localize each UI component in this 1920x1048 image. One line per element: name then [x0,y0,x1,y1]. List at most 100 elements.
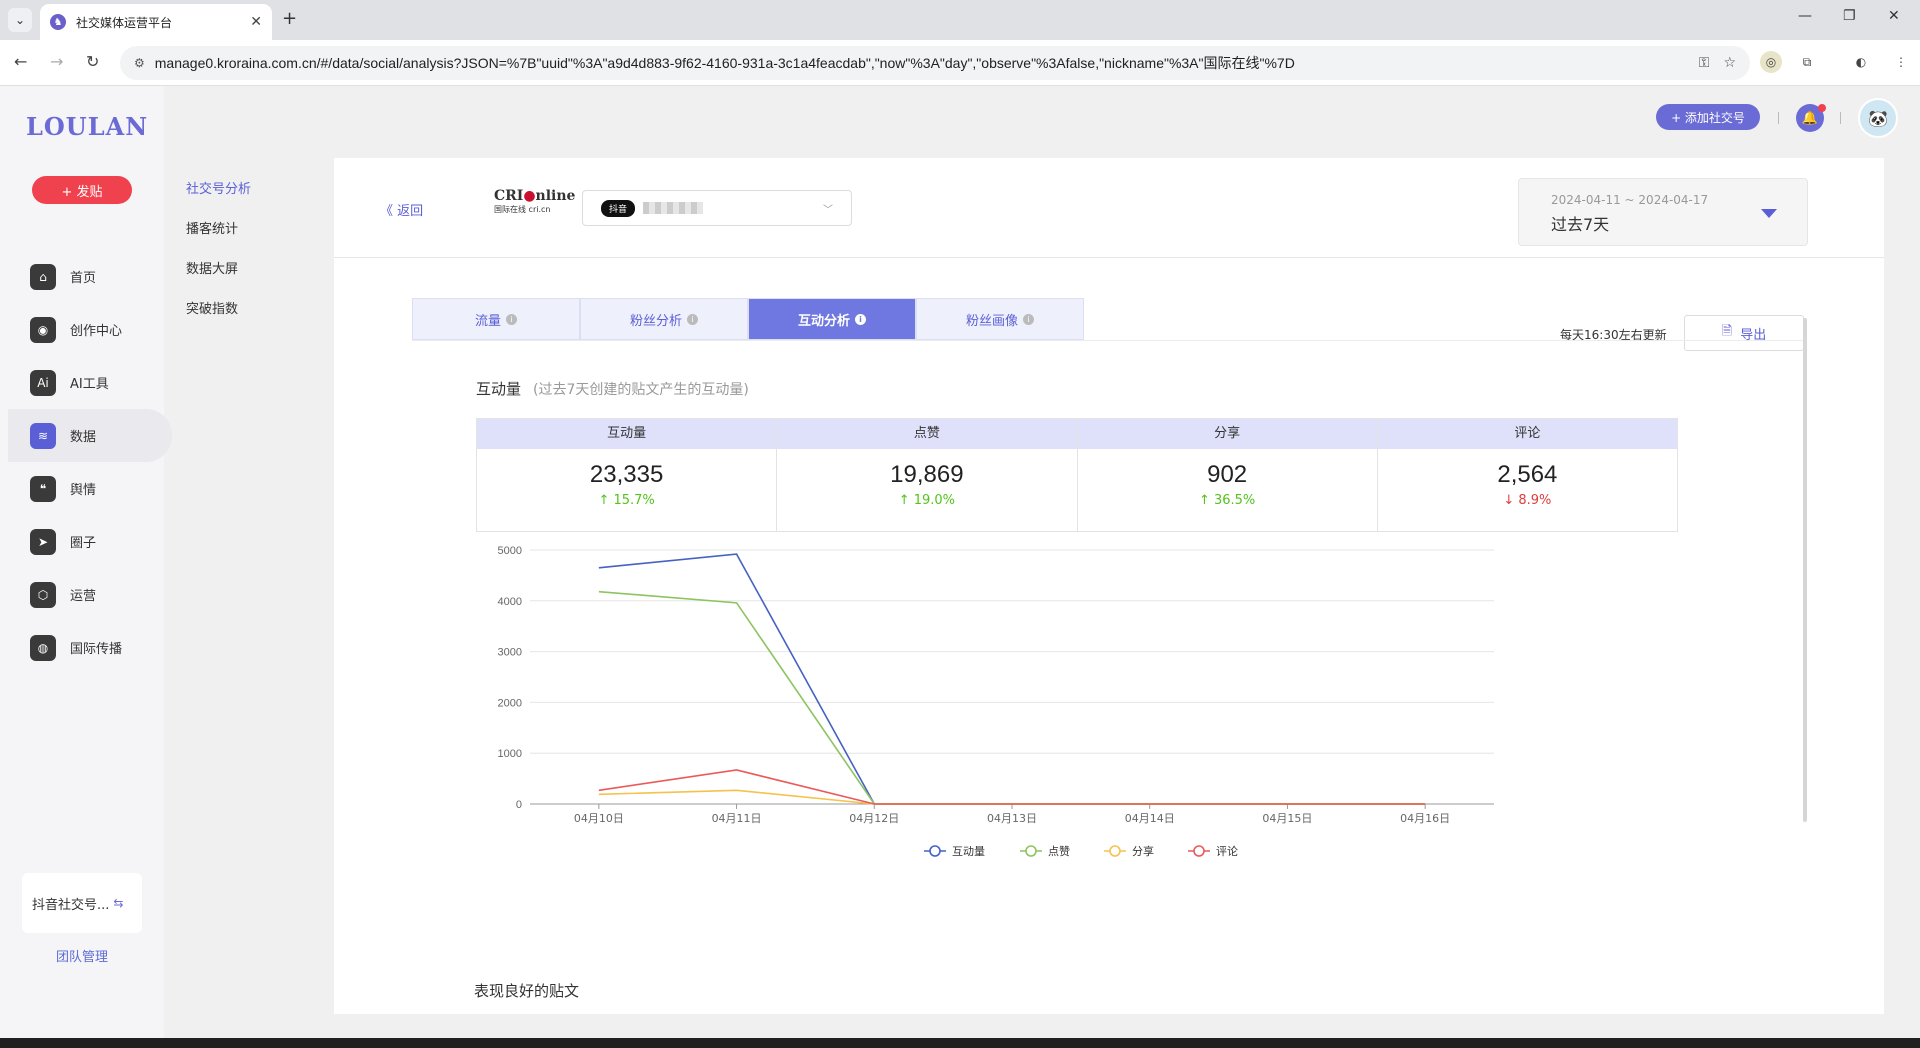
sidebar-item-globe[interactable]: ◍ 国际传播 [0,621,164,674]
team-management-link[interactable]: 团队管理 [0,946,164,965]
top-posts-title: 表现良好的贴文 [474,982,580,1000]
sidebar-item-label: 国际传播 [70,642,123,657]
window-close-icon[interactable]: ✕ [1888,8,1900,24]
close-tab-icon[interactable]: ✕ [250,14,262,30]
database-icon: ≋ [30,422,56,449]
back-arrow-icon[interactable]: ← [14,52,27,71]
y-tick-label: 4000 [498,596,522,608]
sidebar-item-label: 数据 [70,430,97,445]
profile-icon[interactable]: ◐ [1850,51,1872,73]
forward-arrow-icon[interactable]: → [50,52,63,71]
tab-interaction-analysis[interactable]: 互动分析 i [748,298,916,340]
account-switch-card[interactable]: 抖音社交号... ⇆ [22,873,142,933]
section-title: 互动量 (过去7天创建的贴文产生的互动量) [476,378,749,399]
series-line-评论 [598,769,1426,805]
new-tab-plus-icon[interactable]: + [282,8,297,29]
tab-label: 互动分析 [797,313,850,329]
site-info-icon[interactable]: ⚙ [134,56,145,70]
ai-icon: Ai [30,369,56,396]
account-select[interactable]: 抖音 ﹀ [582,190,852,226]
divider [412,340,1806,341]
stat-label: 点赞 [777,419,1077,449]
stat-card: 分享 902 ↑ 36.5% [1077,419,1378,531]
sidebar-item-database[interactable]: ≋ 数据 [8,409,172,462]
reload-icon[interactable]: ↻ [86,52,99,71]
menu-kebab-icon[interactable]: ⋮ [1890,51,1912,73]
subnav-data-screen[interactable]: 数据大屏 [186,258,251,298]
bookmark-star-icon[interactable]: ☆ [1723,55,1736,71]
subnav-breakthrough-index[interactable]: 突破指数 [186,298,251,338]
stats-summary: 互动量 23,335 ↑ 15.7% 点赞 19,869 ↑ 19.0% 分享 902 ↑ 36… [476,418,1678,532]
sidebar-item-label: AI工具 [70,377,109,392]
avatar[interactable]: 🐼 [1858,98,1898,138]
sidebar-item-label: 创作中心 [70,324,123,339]
export-button[interactable]: 🗎 导出 [1684,315,1804,351]
x-tick-label: 04月15日 [1262,812,1312,825]
y-tick-label: 1000 [498,748,522,760]
stat-label: 评论 [1377,419,1677,449]
app-root: LOULAN + 发贴 ⌂ 首页 ◉ 创作中心 Ai AI工具 ≋ 数据 ❝ 舆情 ➤ 圈子 ⬡ 运营 ◍ 国… [0,86,1920,1038]
sidebar-item-label: 首页 [70,271,97,286]
sidebar-item-ai[interactable]: Ai AI工具 [0,356,164,409]
sidebar-item-label: 舆情 [70,483,97,498]
y-tick-label: 3000 [498,647,522,659]
x-tick-label: 04月14日 [1125,812,1175,825]
extension-icon[interactable]: ◎ [1760,51,1782,73]
quote-icon: ❝ [30,475,56,502]
scrollbar[interactable] [1803,318,1807,822]
legend-label: 分享 [1132,844,1154,858]
shield-icon: ⬡ [30,581,56,608]
x-tick-label: 04月12日 [849,812,899,825]
tab-traffic[interactable]: 流量 i [412,298,580,340]
minimize-icon[interactable]: — [1798,8,1812,24]
post-button[interactable]: + 发贴 [32,176,132,204]
logo-text-cri: CRI [494,188,524,204]
switch-icon[interactable]: ⇆ [113,896,123,910]
home-icon: ⌂ [30,263,56,290]
sidebar-item-compass[interactable]: ➤ 圈子 [0,515,164,568]
series-line-分享 [598,789,1426,805]
globe-icon: ◍ [30,634,56,661]
sidebar-item-quote[interactable]: ❝ 舆情 [0,462,164,515]
sidebar-item-shield[interactable]: ⬡ 运营 [0,568,164,621]
back-link[interactable]: 《 返回 [380,200,423,219]
sidebar-item-palette[interactable]: ◉ 创作中心 [0,303,164,356]
restore-icon[interactable]: ❐ [1843,8,1856,24]
sidebar-item-label: 圈子 [70,536,97,551]
tab-title: 社交媒体运营平台 [76,15,173,30]
legend-label: 点赞 [1048,845,1070,858]
divider [1778,112,1779,124]
logo-text-nline: nline [535,188,576,204]
url-text: manage0.kroraina.com.cn/#/data/social/an… [154,55,1295,71]
site-favicon-icon: ♞ [50,14,66,30]
app-logo[interactable]: LOULAN [26,112,148,141]
tab-label: 流量 [474,313,501,329]
tab-fans-analysis[interactable]: 粉丝分析 i [580,298,748,340]
tab-label: 粉丝分析 [629,313,682,329]
extensions-puzzle-icon[interactable]: ⧉ [1796,51,1818,73]
date-range-picker[interactable]: 2024-04-11 ~ 2024-04-17 过去7天 [1518,178,1808,246]
stat-value: 2,564 [1497,461,1558,488]
sidebar-item-home[interactable]: ⌂ 首页 [0,250,164,303]
subnav-social-analysis[interactable]: 社交号分析 [186,178,251,218]
info-icon: i [855,313,866,325]
x-tick-label: 04月13日 [987,812,1037,825]
tab-list-chevron-icon[interactable]: ⌄ [8,8,32,32]
sub-navigation: 社交号分析 播客统计 数据大屏 突破指数 [186,178,251,338]
x-tick-label: 04月11日 [712,812,762,825]
stat-change: ↓ 8.9% [1503,493,1552,508]
password-key-icon[interactable]: ⚿ [1699,55,1710,71]
series-line-互动量 [598,553,1426,805]
add-social-account-button[interactable]: + 添加社交号 [1656,104,1760,130]
cri-logo: CRI●nline 国际在线 cri.cn [494,188,576,214]
date-range-label: 过去7天 [1551,215,1610,234]
chevron-down-icon: ﹀ [823,204,833,216]
stat-label: 分享 [1077,419,1377,449]
address-bar[interactable]: ⚙ manage0.kroraina.com.cn/#/data/social/… [120,46,1750,80]
dropdown-triangle-icon [1761,209,1777,218]
subnav-podcast-stats[interactable]: 播客统计 [186,218,251,258]
tab-fans-profile[interactable]: 粉丝画像 i [916,298,1084,340]
browser-tab[interactable]: ♞ 社交媒体运营平台 ✕ [40,4,272,40]
taskbar [0,1038,1920,1048]
date-range-text: 2024-04-11 ~ 2024-04-17 [1551,193,1709,207]
